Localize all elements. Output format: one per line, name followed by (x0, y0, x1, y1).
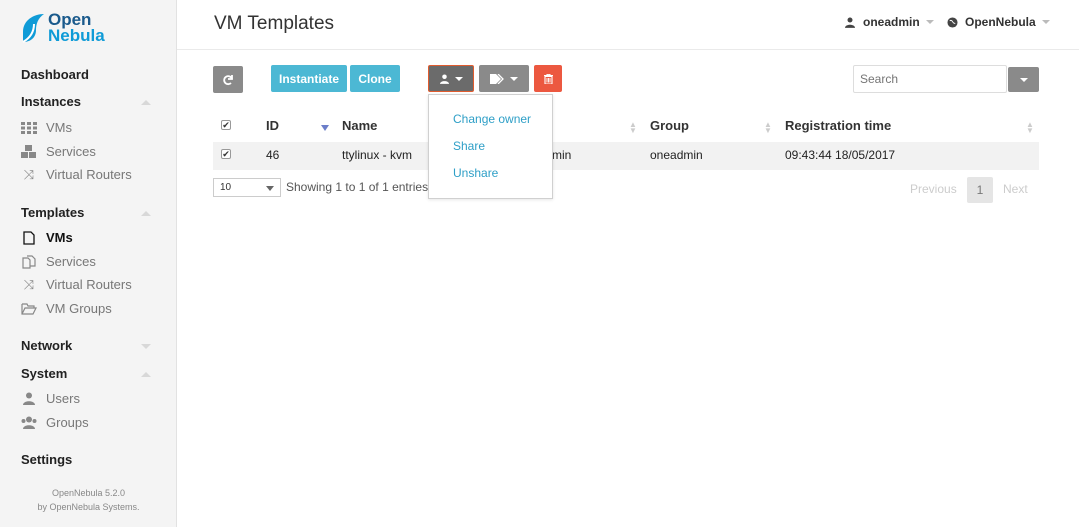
file-icon (21, 230, 37, 245)
refresh-icon (223, 74, 233, 85)
table-row[interactable]: ✔ 46 ttylinux - kvm min oneadmin 09:43:4… (213, 142, 1039, 170)
instantiate-button[interactable]: Instantiate (271, 65, 347, 92)
nav-label: Services (46, 254, 96, 269)
cell-group: oneadmin (650, 148, 703, 162)
page-title: VM Templates (214, 13, 335, 34)
nav-label: Virtual Routers (46, 167, 132, 182)
sidebar: Open Nebula Dashboard Instances VMs Serv… (0, 0, 177, 527)
page-size-select[interactable]: 10 (213, 178, 281, 197)
nav-system-users[interactable]: Users (21, 391, 80, 406)
current-page-button[interactable]: 1 (967, 177, 993, 203)
nav-label: Virtual Routers (46, 277, 132, 292)
user-name: oneadmin (863, 15, 920, 29)
nav-templates[interactable]: Templates (21, 205, 84, 220)
refresh-button[interactable] (213, 66, 243, 93)
owner-dropdown-menu: Change owner Share Unshare (428, 94, 553, 199)
change-owner-dropdown-button[interactable] (428, 65, 474, 92)
zone-menu[interactable]: OpenNebula (947, 15, 1050, 29)
users-icon (21, 416, 37, 430)
sort-icon[interactable]: ▲ ▼ (629, 121, 637, 135)
previous-page-button[interactable]: Previous (910, 182, 957, 196)
nav-label: Services (46, 144, 96, 159)
user-icon (21, 392, 37, 406)
sort-icon[interactable]: ▲ ▼ (764, 121, 772, 135)
globe-icon (947, 16, 958, 28)
logo-line2: Nebula (48, 26, 105, 45)
shuffle-icon: ⤨ (23, 276, 35, 292)
chevron-down-icon (1019, 77, 1028, 82)
nav-system-groups[interactable]: Groups (21, 415, 89, 430)
menu-item-change-owner[interactable]: Change owner (453, 112, 531, 126)
templates-collapse-icon[interactable] (141, 211, 151, 216)
cubes-icon (21, 144, 37, 159)
chevron-down-icon (454, 76, 463, 81)
nav-network[interactable]: Network (21, 338, 72, 353)
nav-dashboard[interactable]: Dashboard (21, 67, 89, 82)
nav-label: Groups (46, 415, 89, 430)
table-header: ✔ ID Name ▲ ▼ Group ▲ ▼ Registration time … (213, 110, 1039, 140)
column-registration-time[interactable]: Registration time (785, 118, 891, 133)
topbar: VM Templates oneadmin OpenNebula (177, 0, 1079, 50)
vendor-text: by OpenNebula Systems. (37, 502, 140, 512)
user-icon (845, 17, 855, 28)
version-text: OpenNebula 5.2.0 (51, 488, 126, 498)
user-icon (439, 74, 449, 84)
user-menu[interactable]: oneadmin (845, 15, 934, 29)
nav-instances-virtual-routers[interactable]: ⤨ Virtual Routers (21, 166, 132, 183)
system-collapse-icon[interactable] (141, 372, 151, 377)
cell-owner: min (552, 148, 572, 162)
chevron-down-icon (1041, 20, 1050, 24)
select-all-checkbox[interactable]: ✔ (221, 120, 231, 130)
nav-settings[interactable]: Settings (21, 452, 72, 467)
nav-label: VMs (46, 120, 72, 135)
trash-icon (543, 73, 553, 84)
nav-label: VM Groups (46, 301, 112, 316)
column-name[interactable]: Name (342, 118, 377, 133)
opennebula-logo[interactable]: Open Nebula (20, 10, 120, 50)
row-checkbox[interactable]: ✔ (221, 149, 231, 159)
nav-templates-vms[interactable]: VMs (21, 230, 73, 245)
next-page-button[interactable]: Next (1003, 182, 1028, 196)
showing-entries-text: Showing 1 to 1 of 1 entries (286, 180, 429, 194)
nav-system[interactable]: System (21, 366, 67, 381)
instances-collapse-icon[interactable] (141, 100, 151, 105)
sort-desc-icon[interactable] (321, 125, 329, 131)
logo-icon (22, 14, 44, 43)
shuffle-icon: ⤨ (23, 166, 35, 182)
column-group[interactable]: Group (650, 118, 689, 133)
cell-id: 46 (266, 148, 280, 162)
chevron-down-icon (266, 186, 274, 191)
zone-name: OpenNebula (965, 15, 1036, 29)
labels-dropdown-button[interactable] (479, 65, 529, 92)
sort-icon[interactable]: ▲ ▼ (1026, 121, 1034, 135)
folder-open-icon (21, 302, 37, 316)
column-id[interactable]: ID (266, 118, 279, 133)
files-icon (21, 254, 37, 269)
grid-icon (21, 121, 37, 135)
nav-label: Users (46, 391, 80, 406)
cell-registration-time: 09:43:44 18/05/2017 (785, 148, 896, 162)
search-options-button[interactable] (1008, 67, 1039, 92)
nav-templates-services[interactable]: Services (21, 254, 96, 269)
clone-button[interactable]: Clone (350, 65, 400, 92)
nav-templates-virtual-routers[interactable]: ⤨ Virtual Routers (21, 276, 132, 293)
search-input[interactable] (853, 65, 1007, 93)
nav-instances-vms[interactable]: VMs (21, 120, 72, 135)
menu-item-share[interactable]: Share (453, 139, 485, 153)
cell-name: ttylinux - kvm (342, 148, 413, 162)
nav-label: VMs (46, 230, 73, 245)
menu-item-unshare[interactable]: Unshare (453, 166, 498, 180)
page-size-value: 10 (220, 182, 232, 193)
delete-button[interactable] (534, 65, 562, 92)
tags-icon (490, 73, 504, 84)
nav-instances-services[interactable]: Services (21, 144, 96, 159)
network-expand-icon[interactable] (141, 344, 151, 349)
nav-instances[interactable]: Instances (21, 94, 81, 109)
chevron-down-icon (925, 20, 934, 24)
nav-templates-vm-groups[interactable]: VM Groups (21, 301, 112, 316)
chevron-down-icon (510, 76, 518, 81)
